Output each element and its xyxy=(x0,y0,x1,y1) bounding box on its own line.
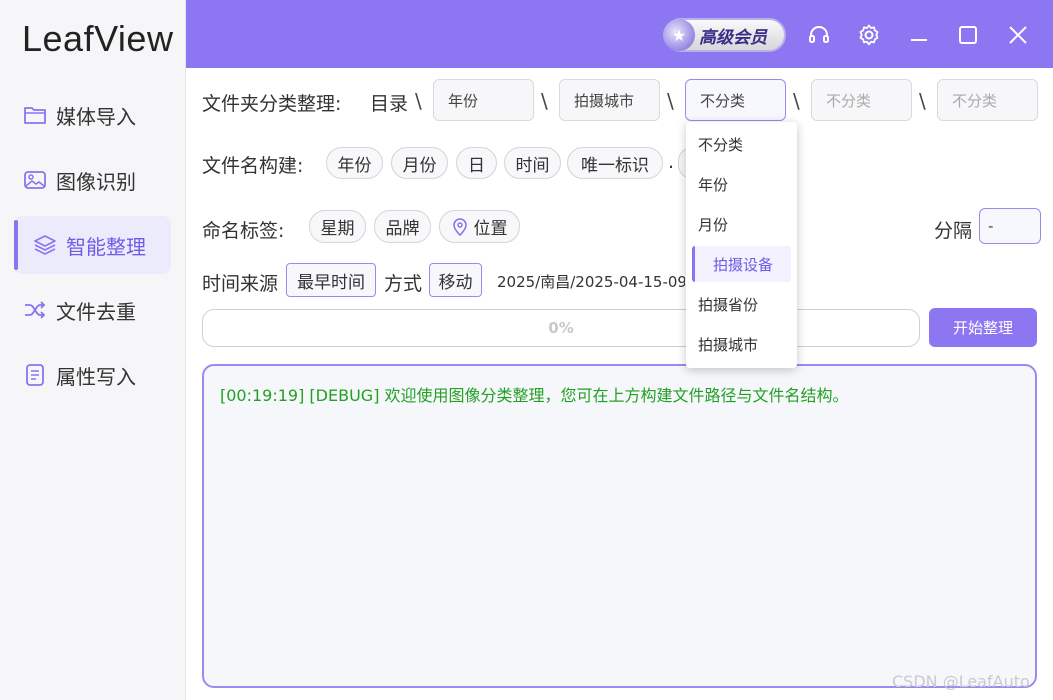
path-separator: \ xyxy=(667,89,674,113)
dropdown-option-month[interactable]: 月份 xyxy=(686,206,797,242)
separator-input[interactable]: - xyxy=(979,208,1041,244)
settings-button[interactable] xyxy=(854,20,884,50)
start-organize-button[interactable]: 开始整理 xyxy=(929,308,1037,347)
folder-row-label: 文件夹分类整理: xyxy=(202,93,342,115)
dropdown-option-province[interactable]: 拍摄省份 xyxy=(686,286,797,322)
folder-level-1-select[interactable]: 年份 xyxy=(433,79,534,121)
document-icon xyxy=(22,362,48,388)
shuffle-icon xyxy=(22,297,48,323)
sidebar-item-dedupe[interactable]: 文件去重 xyxy=(14,281,171,339)
filename-chip-unique-id[interactable]: 唯一标识 xyxy=(567,147,663,179)
sidebar: LeafView 媒体导入 图像识别 智能整理 文件去重 属性写入 xyxy=(0,0,186,700)
vip-badge-button[interactable]: ★ 高级会员 xyxy=(663,18,786,52)
progress-text: 0% xyxy=(548,319,574,337)
method-label: 方式 xyxy=(384,273,423,295)
dropdown-option-device[interactable]: 拍摄设备 xyxy=(692,246,791,282)
tag-row-label: 命名标签: xyxy=(202,220,285,242)
minimize-button[interactable] xyxy=(904,20,934,50)
vip-label: 高级会员 xyxy=(699,27,767,48)
sidebar-item-attribute-write[interactable]: 属性写入 xyxy=(14,346,171,404)
sidebar-item-label: 文件去重 xyxy=(56,299,136,324)
progress-bar: 0% xyxy=(202,309,920,347)
path-preview: 2025/南昌/2025-04-15-09 xyxy=(497,273,685,291)
path-separator: \ xyxy=(793,89,800,113)
filename-chip-time[interactable]: 时间 xyxy=(504,147,561,179)
folder-level-4-select[interactable]: 不分类 xyxy=(811,79,912,121)
image-icon xyxy=(22,167,48,193)
maximize-button[interactable] xyxy=(953,20,983,50)
watermark: CSDN @LeafAuto xyxy=(892,672,1030,691)
method-select[interactable]: 移动 xyxy=(429,263,482,297)
filename-chip-year[interactable]: 年份 xyxy=(326,147,383,179)
dropdown-option-none[interactable]: 不分类 xyxy=(686,126,797,162)
folder-level-3-select[interactable]: 不分类 xyxy=(685,79,786,121)
sidebar-item-label: 图像识别 xyxy=(56,169,136,194)
folder-level-2-select[interactable]: 拍摄城市 xyxy=(559,79,660,121)
log-panel: [00:19:19] [DEBUG] 欢迎使用图像分类整理，您可在上方构建文件路… xyxy=(202,364,1037,688)
folder-level-3-dropdown: 不分类 年份 月份 拍摄设备 拍摄省份 拍摄城市 xyxy=(686,122,797,368)
support-button[interactable] xyxy=(804,20,834,50)
sidebar-item-label: 属性写入 xyxy=(56,364,136,389)
path-separator: \ xyxy=(541,89,548,113)
dropdown-option-year[interactable]: 年份 xyxy=(686,166,797,202)
sidebar-item-label: 智能整理 xyxy=(66,234,146,259)
sidebar-item-label: 媒体导入 xyxy=(56,104,136,129)
tag-chip-brand[interactable]: 品牌 xyxy=(374,210,431,243)
title-bar: ★ 高级会员 xyxy=(186,0,1053,68)
tag-chip-location[interactable]: 位置 xyxy=(439,210,520,243)
layers-icon xyxy=(32,232,58,258)
dropdown-option-city[interactable]: 拍摄城市 xyxy=(686,326,797,362)
sidebar-item-media-import[interactable]: 媒体导入 xyxy=(14,86,171,144)
filename-extension-dot: . xyxy=(668,151,675,173)
app-logo: LeafView xyxy=(22,18,174,59)
folder-root-label: 目录 xyxy=(370,93,409,115)
time-source-select[interactable]: 最早时间 xyxy=(286,263,376,297)
separator-label: 分隔 xyxy=(934,220,973,242)
close-icon xyxy=(1009,26,1027,44)
path-separator: \ xyxy=(415,89,422,113)
sidebar-item-smart-organize[interactable]: 智能整理 xyxy=(14,216,171,274)
headset-icon xyxy=(809,26,829,43)
close-button[interactable] xyxy=(1003,20,1033,50)
filename-row-label: 文件名构建: xyxy=(202,155,304,177)
gear-icon xyxy=(859,24,879,46)
vip-icon: ★ xyxy=(663,19,695,51)
minimize-icon xyxy=(911,39,927,41)
folder-icon xyxy=(22,102,48,128)
path-separator: \ xyxy=(919,89,926,113)
tag-chip-location-label: 位置 xyxy=(473,219,508,239)
time-source-label: 时间来源 xyxy=(202,273,279,295)
filename-chip-month[interactable]: 月份 xyxy=(391,147,448,179)
sidebar-item-image-recognition[interactable]: 图像识别 xyxy=(14,151,171,209)
maximize-icon xyxy=(959,26,977,44)
location-pin-icon xyxy=(452,217,467,236)
filename-chip-day[interactable]: 日 xyxy=(456,147,497,179)
log-line: [00:19:19] [DEBUG] 欢迎使用图像分类整理，您可在上方构建文件路… xyxy=(220,386,849,405)
tag-chip-weekday[interactable]: 星期 xyxy=(309,210,366,243)
folder-level-5-select[interactable]: 不分类 xyxy=(937,79,1038,121)
